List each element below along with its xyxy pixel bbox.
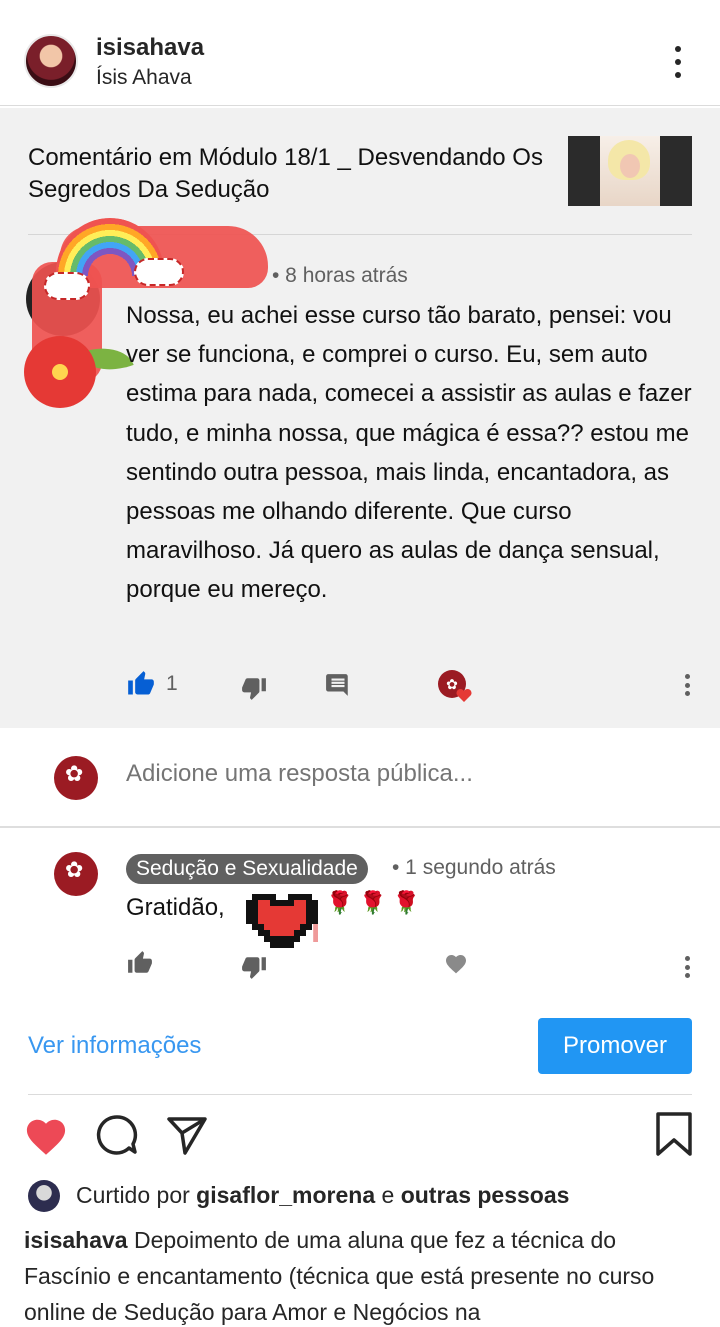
cloud-sticker xyxy=(134,258,184,286)
heart-icon[interactable] xyxy=(442,950,470,978)
liked-by-others[interactable]: outras pessoas xyxy=(401,1182,570,1208)
divider xyxy=(28,1094,692,1095)
reply-timestamp: • 1 segundo atrás xyxy=(392,856,556,879)
cloud-sticker xyxy=(44,272,90,300)
like-heart-icon[interactable] xyxy=(22,1112,70,1158)
module-title: Comentário em Módulo 18/1 _ Desvendando … xyxy=(28,144,543,203)
liked-by-user[interactable]: gisaflor_morena xyxy=(196,1182,375,1208)
thumbs-up-icon[interactable] xyxy=(124,668,158,700)
comment-more-icon[interactable] xyxy=(676,668,698,702)
thumbs-down-icon[interactable] xyxy=(238,672,270,704)
divider xyxy=(0,826,720,828)
like-count: 1 xyxy=(166,672,178,695)
comment-timestamp: • 8 horas atrás xyxy=(272,264,408,287)
liker-avatar[interactable] xyxy=(28,1180,60,1212)
flower-sticker xyxy=(24,336,96,408)
pixel-heart-sticker xyxy=(246,894,318,948)
send-icon[interactable] xyxy=(164,1112,210,1158)
liked-by-conjunction: e xyxy=(381,1182,395,1208)
reply-avatar xyxy=(54,852,98,896)
comment-text: Nossa, eu achei esse curso tão barato, p… xyxy=(126,302,692,604)
view-insights-link[interactable]: Ver informações xyxy=(28,1032,201,1060)
channel-avatar xyxy=(54,756,98,800)
liked-by-prefix: Curtido por xyxy=(76,1182,190,1208)
thumbs-down-icon[interactable] xyxy=(238,952,270,982)
post-header: isisahava Ísis Ahava xyxy=(0,0,720,106)
bookmark-icon[interactable] xyxy=(654,1110,694,1158)
comment-bubble-icon[interactable] xyxy=(94,1112,140,1158)
rose-emojis: 🌹🌹🌹 xyxy=(326,890,427,915)
comment-icon[interactable] xyxy=(322,670,354,700)
profile-avatar[interactable] xyxy=(24,34,78,88)
caption-username[interactable]: isisahava xyxy=(24,1227,128,1253)
more-options-icon[interactable] xyxy=(664,42,692,82)
reply-more-icon[interactable] xyxy=(676,950,698,984)
promote-button[interactable]: Promover xyxy=(538,1018,692,1074)
username[interactable]: isisahava xyxy=(96,34,204,62)
liked-by-line[interactable]: Curtido por gisaflor_morena e outras pes… xyxy=(76,1182,569,1209)
video-thumbnail xyxy=(568,136,692,206)
post-caption: isisahava Depoimento de uma aluna que fe… xyxy=(24,1222,696,1327)
reply-input[interactable] xyxy=(126,760,666,788)
full-name: Ísis Ahava xyxy=(96,66,192,89)
creator-heart-icon: ✿ xyxy=(436,668,474,704)
reply-text: Gratidão, xyxy=(126,894,225,921)
channel-badge[interactable]: Sedução e Sexualidade xyxy=(126,854,368,884)
thumbs-up-icon[interactable] xyxy=(124,948,156,978)
svg-text:✿: ✿ xyxy=(446,677,458,693)
